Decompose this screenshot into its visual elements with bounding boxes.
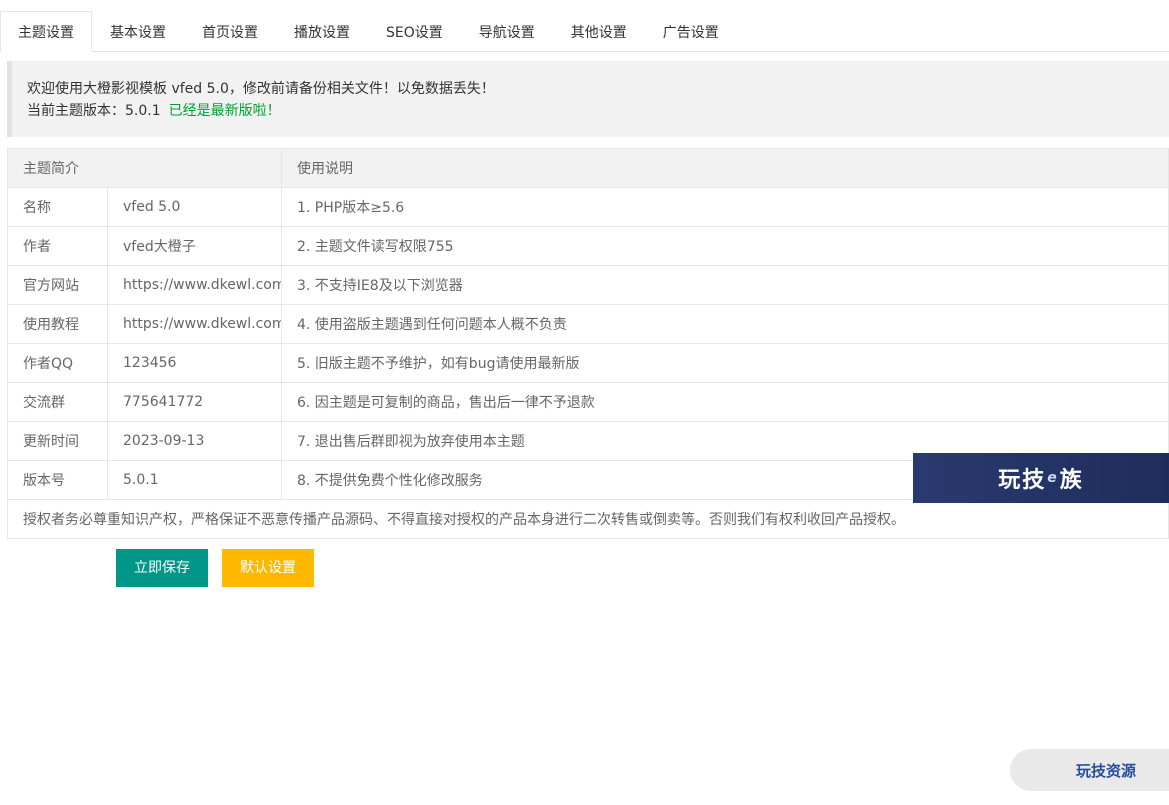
table-row: 官方网站 https://www.dkewl.com 3. 不支持IE8及以下浏… <box>7 265 1169 305</box>
welcome-notice: 欢迎使用大橙影视模板 vfed 5.0，修改前请备份相关文件！以免数据丢失！ 当… <box>7 61 1169 137</box>
row-key: 作者QQ <box>7 343 108 383</box>
tab-theme-settings[interactable]: 主题设置 <box>0 11 92 52</box>
version-status: 已经是最新版啦！ <box>168 103 281 119</box>
row-note: 4. 使用盗版主题遇到任何问题本人概不负责 <box>281 304 1169 344</box>
row-value: 123456 <box>107 343 282 383</box>
row-key: 名称 <box>7 187 108 227</box>
tab-basic-settings[interactable]: 基本设置 <box>92 11 184 52</box>
header-usage-notes: 使用说明 <box>281 148 1169 188</box>
row-value: vfed 5.0 <box>107 187 282 227</box>
table-row: 交流群 775641772 6. 因主题是可复制的商品，售出后一律不予退款 <box>7 382 1169 422</box>
row-note: 2. 主题文件读写权限755 <box>281 226 1169 266</box>
row-key: 更新时间 <box>7 421 108 461</box>
table-header-row: 主题简介 使用说明 <box>7 148 1169 188</box>
row-note: 3. 不支持IE8及以下浏览器 <box>281 265 1169 305</box>
row-value: 775641772 <box>107 382 282 422</box>
table-row: 作者 vfed大橙子 2. 主题文件读写权限755 <box>7 226 1169 266</box>
tab-seo-settings[interactable]: SEO设置 <box>368 11 461 52</box>
row-key: 使用教程 <box>7 304 108 344</box>
header-theme-intro: 主题简介 <box>7 148 282 188</box>
row-key: 官方网站 <box>7 265 108 305</box>
default-settings-button[interactable]: 默认设置 <box>222 549 314 587</box>
row-note: 5. 旧版主题不予维护，如有bug请使用最新版 <box>281 343 1169 383</box>
license-notice: 授权者务必尊重知识产权，严格保证不恶意传播产品源码、不得直接对授权的产品本身进行… <box>7 499 1169 539</box>
row-note: 6. 因主题是可复制的商品，售出后一律不予退款 <box>281 382 1169 422</box>
watermark-banner-right: 族 <box>1059 468 1084 493</box>
table-row: 名称 vfed 5.0 1. PHP版本≥5.6 <box>7 187 1169 227</box>
row-value: 2023-09-13 <box>107 421 282 461</box>
notice-line-welcome: 欢迎使用大橙影视模板 vfed 5.0，修改前请备份相关文件！以免数据丢失！ <box>27 81 495 97</box>
watermark-banner-logo: 玩技 e 族 <box>913 453 1169 503</box>
watermark-pill-logo: 玩技资源 <box>1010 749 1169 791</box>
row-key: 作者 <box>7 226 108 266</box>
row-key: 交流群 <box>7 382 108 422</box>
watermark-banner-left: 玩技 <box>998 468 1047 493</box>
license-footer-row: 授权者务必尊重知识产权，严格保证不恶意传播产品源码、不得直接对授权的产品本身进行… <box>7 499 1169 539</box>
row-key: 版本号 <box>7 460 108 500</box>
settings-tab-bar: 主题设置 基本设置 首页设置 播放设置 SEO设置 导航设置 其他设置 广告设置 <box>0 11 1169 52</box>
tab-home-settings[interactable]: 首页设置 <box>184 11 276 52</box>
watermark-pill-text: 玩技资源 <box>1076 761 1137 780</box>
row-note: 1. PHP版本≥5.6 <box>281 187 1169 227</box>
notice-line-version: 当前主题版本：5.0.1 已经是最新版啦！ <box>27 100 1169 122</box>
table-row: 作者QQ 123456 5. 旧版主题不予维护，如有bug请使用最新版 <box>7 343 1169 383</box>
watermark-banner-mid: e <box>1047 470 1059 486</box>
tab-play-settings[interactable]: 播放设置 <box>276 11 368 52</box>
tab-other-settings[interactable]: 其他设置 <box>553 11 645 52</box>
current-version-text: 当前主题版本：5.0.1 <box>27 103 161 119</box>
save-button[interactable]: 立即保存 <box>116 549 208 587</box>
row-value: https://www.dkewl.com <box>107 265 282 305</box>
tab-ad-settings[interactable]: 广告设置 <box>645 11 737 52</box>
table-row: 使用教程 https://www.dkewl.com 4. 使用盗版主题遇到任何… <box>7 304 1169 344</box>
row-value: 5.0.1 <box>107 460 282 500</box>
tab-nav-settings[interactable]: 导航设置 <box>461 11 553 52</box>
row-value: vfed大橙子 <box>107 226 282 266</box>
row-value: https://www.dkewl.com <box>107 304 282 344</box>
